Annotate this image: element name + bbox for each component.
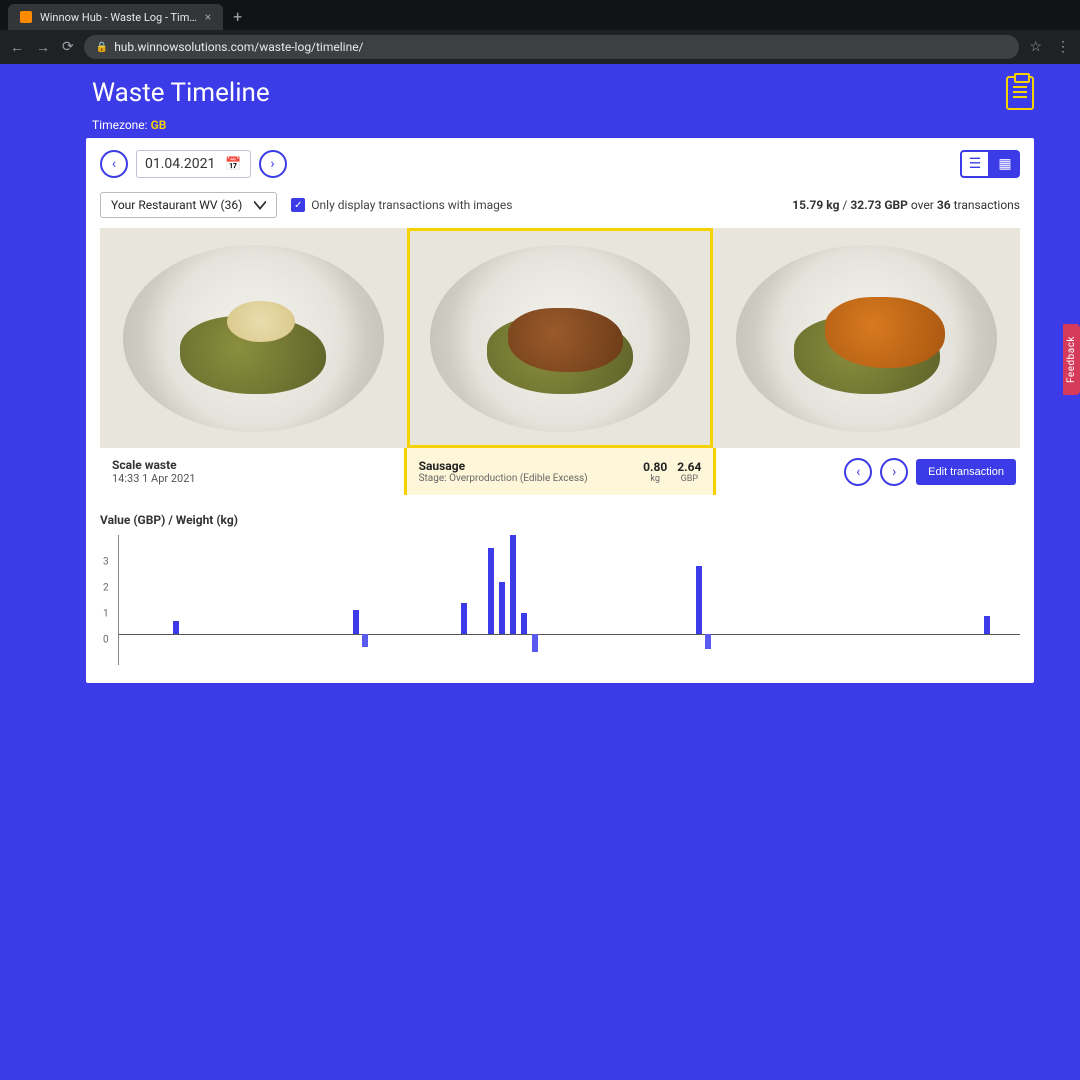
chart-bar[interactable]: [499, 582, 505, 634]
browser-nav-icons: ← → ⟳: [10, 39, 74, 56]
timeline-chart[interactable]: 0123: [118, 535, 1020, 665]
tab-bar: Winnow Hub - Waste Log - Tim… × +: [0, 0, 1080, 30]
back-icon[interactable]: ←: [10, 39, 24, 56]
chart-title: Value (GBP) / Weight (kg): [100, 513, 1020, 527]
summary-over: over: [911, 198, 934, 212]
thumbnail-strip: [100, 228, 1020, 448]
app-root: Waste Timeline Timezone: GB ‹ 01.04.2021…: [0, 64, 1080, 1080]
summary-transactions: transactions: [954, 198, 1020, 212]
date-value: 01.04.2021: [145, 156, 215, 172]
detail-cost-value: 2.64: [677, 460, 701, 474]
chart-bar[interactable]: [173, 621, 179, 634]
chart-bar[interactable]: [510, 535, 516, 634]
clipboard-icon[interactable]: [1006, 76, 1034, 110]
summary-value: 32.73 GBP: [850, 198, 908, 212]
detail-left-time: 14:33 1 Apr 2021: [112, 472, 392, 485]
detail-weight-value: 0.80: [643, 460, 667, 474]
prev-day-button[interactable]: ‹: [100, 150, 128, 178]
grid-view-button[interactable]: ▦: [990, 150, 1020, 178]
detail-bar: Scale waste 14:33 1 Apr 2021 Sausage Sta…: [100, 448, 1020, 495]
timezone-value: GB: [151, 118, 167, 132]
page-title: Waste Timeline: [92, 78, 270, 108]
forward-icon[interactable]: →: [36, 39, 50, 56]
browser-chrome: Winnow Hub - Waste Log - Tim… × + ← → ⟳ …: [0, 0, 1080, 64]
filter-row: Your Restaurant WV (36) ✓ Only display t…: [100, 192, 1020, 218]
address-bar: ← → ⟳ 🔒 hub.winnowsolutions.com/waste-lo…: [0, 30, 1080, 64]
chart-section: Value (GBP) / Weight (kg) 0123: [100, 513, 1020, 665]
detail-left: Scale waste 14:33 1 Apr 2021: [100, 448, 404, 495]
main-panel: ‹ 01.04.2021 📅 › ☰ ▦ Your Restaurant WV …: [86, 138, 1034, 683]
chart-bar[interactable]: [696, 566, 702, 634]
list-view-button[interactable]: ☰: [960, 150, 990, 178]
detail-right: ‹ › Edit transaction: [716, 448, 1020, 495]
restaurant-dropdown-label: Your Restaurant WV (36): [111, 198, 242, 212]
chart-bar[interactable]: [362, 634, 368, 647]
new-tab-button[interactable]: +: [223, 3, 252, 30]
summary-weight: 15.79 kg: [792, 198, 839, 212]
restaurant-dropdown[interactable]: Your Restaurant WV (36): [100, 192, 277, 218]
tab-title: Winnow Hub - Waste Log - Tim…: [40, 11, 197, 24]
date-picker[interactable]: 01.04.2021 📅: [136, 150, 251, 178]
chart-bar[interactable]: [532, 634, 538, 652]
detail-item-stage: Stage: Overproduction (Edible Excess): [419, 473, 588, 484]
next-transaction-button[interactable]: ›: [880, 458, 908, 486]
url-text: hub.winnowsolutions.com/waste-log/timeli…: [114, 40, 363, 54]
detail-cost-unit: GBP: [677, 474, 701, 484]
chart-x-axis: [119, 634, 1020, 635]
chart-bar[interactable]: [461, 603, 467, 634]
waste-thumbnail[interactable]: [100, 228, 407, 448]
chart-bar[interactable]: [984, 616, 990, 634]
chart-y-tick: 3: [103, 556, 109, 567]
detail-selected: Sausage Stage: Overproduction (Edible Ex…: [404, 448, 717, 495]
summary-count: 36: [937, 198, 951, 212]
chart-y-tick: 2: [103, 582, 109, 593]
checkbox-checked-icon: ✓: [291, 198, 305, 212]
reload-icon[interactable]: ⟳: [62, 39, 74, 56]
close-tab-icon[interactable]: ×: [205, 10, 211, 24]
browser-right-icons: ☆ ⋮: [1029, 39, 1070, 55]
detail-item-name: Sausage: [419, 459, 588, 473]
chart-bar[interactable]: [353, 610, 359, 633]
browser-tab[interactable]: Winnow Hub - Waste Log - Tim… ×: [8, 4, 223, 30]
date-row: ‹ 01.04.2021 📅 › ☰ ▦: [100, 150, 1020, 178]
detail-left-title: Scale waste: [112, 458, 392, 472]
chart-bar[interactable]: [488, 548, 494, 634]
chevron-down-icon: [254, 199, 266, 211]
lock-icon: 🔒: [96, 42, 108, 53]
waste-thumbnail-selected[interactable]: [407, 228, 714, 448]
edit-transaction-button[interactable]: Edit transaction: [916, 459, 1016, 485]
page-header: Waste Timeline: [0, 72, 1080, 112]
chart-y-tick: 0: [103, 634, 109, 645]
chart-y-tick: 1: [103, 608, 109, 619]
view-toggle: ☰ ▦: [960, 150, 1020, 178]
detail-metrics: 0.80 kg 2.64 GBP: [643, 460, 701, 484]
menu-icon[interactable]: ⋮: [1056, 39, 1070, 55]
url-field[interactable]: 🔒 hub.winnowsolutions.com/waste-log/time…: [84, 35, 1020, 59]
favicon-icon: [20, 11, 32, 23]
chart-bar[interactable]: [705, 634, 711, 650]
calendar-icon: 📅: [225, 157, 241, 172]
chart-bar[interactable]: [521, 613, 527, 634]
star-icon[interactable]: ☆: [1029, 39, 1042, 55]
feedback-tab[interactable]: Feedback: [1063, 324, 1080, 395]
summary-text: 15.79 kg / 32.73 GBP over 36 transaction…: [792, 198, 1020, 212]
next-day-button[interactable]: ›: [259, 150, 287, 178]
only-images-checkbox-row[interactable]: ✓ Only display transactions with images: [291, 198, 512, 212]
detail-weight-unit: kg: [643, 474, 667, 484]
timezone-row: Timezone: GB: [0, 112, 1080, 138]
timezone-label: Timezone:: [92, 118, 148, 132]
waste-thumbnail[interactable]: [713, 228, 1020, 448]
prev-transaction-button[interactable]: ‹: [844, 458, 872, 486]
only-images-label: Only display transactions with images: [311, 198, 512, 212]
